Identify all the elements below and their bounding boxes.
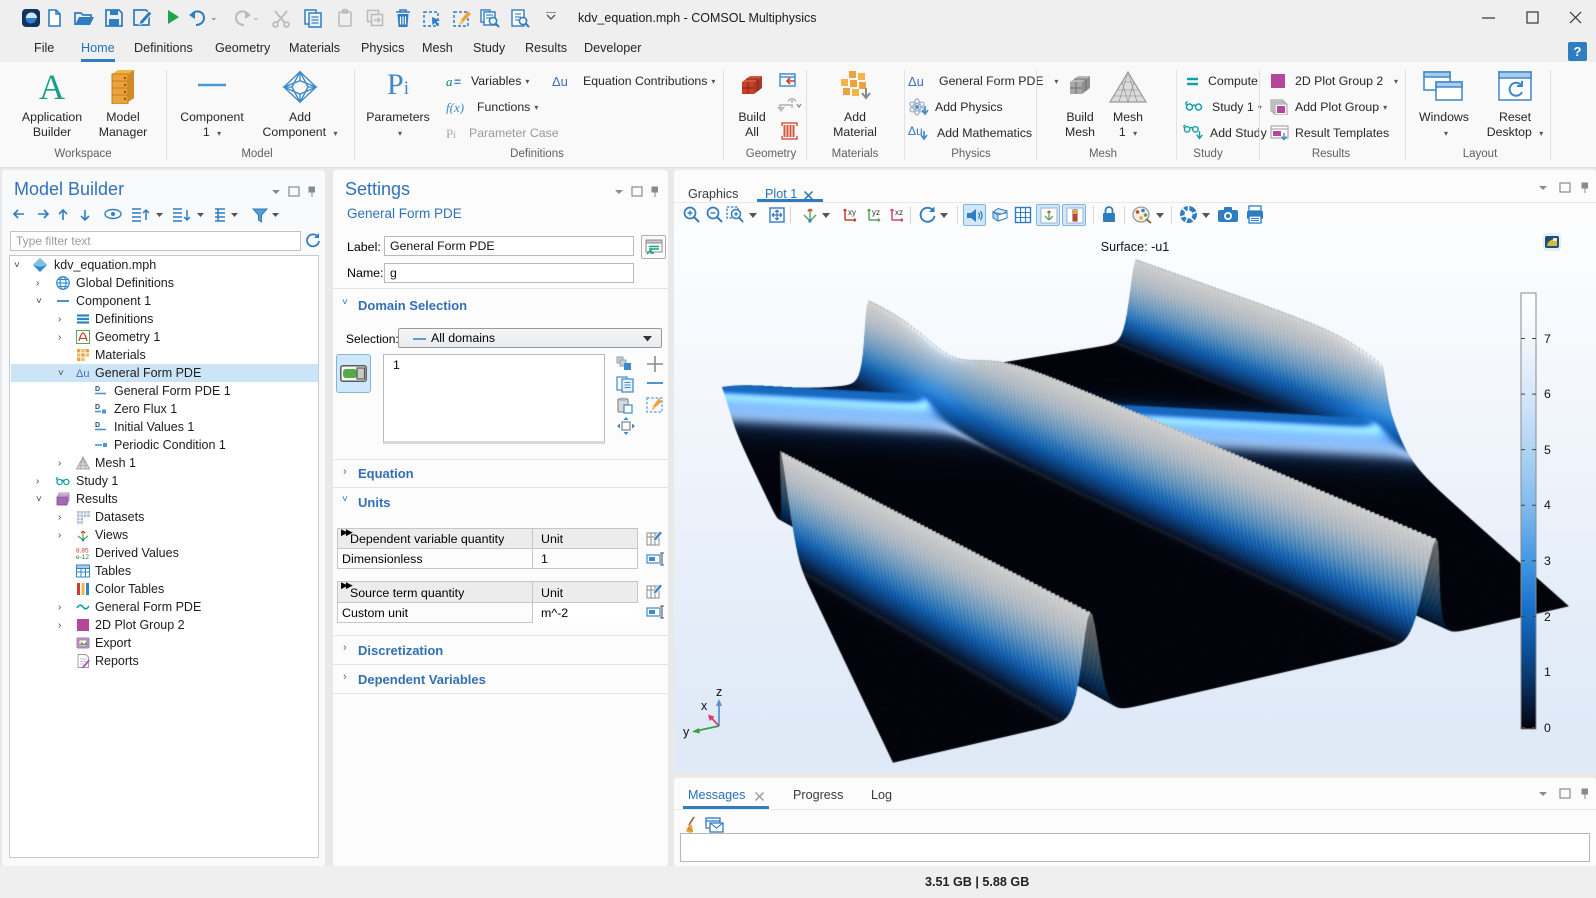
svg-text:Pi: Pi	[446, 126, 456, 140]
svg-text:xy: xy	[848, 208, 856, 217]
svg-text:3: 3	[1544, 554, 1551, 568]
svg-text:1: 1	[1544, 665, 1551, 679]
svg-text:=: =	[454, 75, 461, 88]
svg-text:Δu: Δu	[552, 74, 568, 88]
svg-text:a: a	[446, 74, 453, 88]
svg-text:Δu: Δu	[76, 368, 89, 380]
svg-text:yz: yz	[872, 208, 880, 217]
svg-text:Δu: Δu	[908, 74, 924, 88]
svg-text:e-12: e-12	[76, 554, 89, 560]
svg-text:xz: xz	[895, 208, 903, 217]
svg-text:D: D	[95, 386, 100, 393]
svg-text:5: 5	[1544, 443, 1551, 457]
svg-text:D: D	[95, 422, 100, 429]
svg-text:x: x	[701, 699, 708, 713]
svg-text:6: 6	[1544, 387, 1551, 401]
svg-text:0: 0	[1544, 721, 1551, 735]
svg-text:D: D	[95, 404, 100, 411]
svg-text:7: 7	[1544, 332, 1551, 346]
svg-text:z: z	[716, 685, 722, 699]
svg-text:Δu: Δu	[908, 124, 923, 138]
svg-text:2: 2	[1544, 610, 1551, 624]
svg-text:f(x): f(x)	[446, 100, 464, 114]
svg-text:4: 4	[1544, 498, 1551, 512]
svg-text:y: y	[683, 725, 690, 739]
